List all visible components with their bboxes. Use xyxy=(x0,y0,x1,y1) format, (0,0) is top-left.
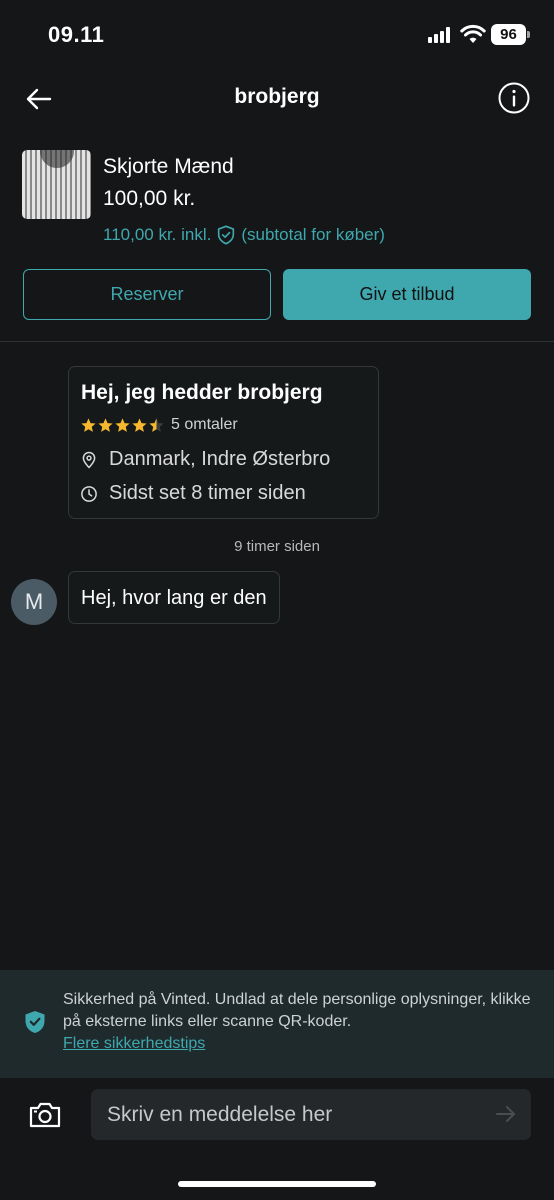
location-row: Danmark, Indre Østerbro xyxy=(80,448,330,471)
item-price: 100,00 kr. xyxy=(103,187,196,210)
reserve-button[interactable]: Reserver xyxy=(23,269,271,320)
incl-note: (subtotal for køber) xyxy=(241,225,385,244)
safety-banner: Sikkerhed på Vinted. Undlad at dele pers… xyxy=(0,970,554,1078)
wifi-icon xyxy=(460,24,486,43)
star-icon xyxy=(132,417,147,432)
safety-text-block: Sikkerhed på Vinted. Undlad at dele pers… xyxy=(63,989,543,1055)
star-icon xyxy=(81,417,96,432)
page-title: brobjerg xyxy=(234,85,320,108)
divider xyxy=(0,341,554,342)
seller-intro-card[interactable]: Hej, jeg hedder brobjerg 5 omtaler Danma… xyxy=(68,366,379,519)
make-offer-button[interactable]: Giv et tilbud xyxy=(283,269,531,320)
review-count: 5 omtaler xyxy=(171,416,238,433)
buyer-subtotal: 110,00 kr. inkl. (subtotal for køber) xyxy=(103,224,385,246)
shield-check-icon xyxy=(25,1011,45,1033)
battery-indicator: 96 xyxy=(491,24,526,45)
safety-tips-link[interactable]: Flere sikkerhedstips xyxy=(63,1033,543,1055)
chat-header: brobjerg xyxy=(0,70,554,126)
cellular-signal-icon xyxy=(428,27,454,43)
star-icon xyxy=(98,417,113,432)
info-icon[interactable] xyxy=(497,81,531,115)
last-seen-row: Sidst set 8 timer siden xyxy=(80,482,306,505)
message-input[interactable] xyxy=(91,1089,531,1140)
safety-message: Sikkerhed på Vinted. Undlad at dele pers… xyxy=(63,991,531,1030)
rating: 5 omtaler xyxy=(80,416,238,434)
star-icon xyxy=(115,417,130,432)
item-thumbnail[interactable] xyxy=(22,150,91,219)
send-arrow-icon[interactable] xyxy=(494,1102,518,1126)
location-text: Danmark, Indre Østerbro xyxy=(109,448,331,470)
status-bar: 09.11 96 xyxy=(0,0,554,70)
camera-icon[interactable] xyxy=(28,1101,62,1129)
clock-icon xyxy=(81,485,97,502)
last-seen-text: Sidst set 8 timer siden xyxy=(109,482,306,504)
half-star-icon xyxy=(149,417,164,432)
shield-check-icon xyxy=(218,225,235,245)
item-summary[interactable]: Skjorte Mænd 100,00 kr. 110,00 kr. inkl.… xyxy=(22,150,542,250)
message-timestamp: 9 timer siden xyxy=(234,538,320,555)
incl-price: 110,00 kr. inkl. xyxy=(103,225,212,244)
avatar[interactable]: M xyxy=(11,579,57,625)
status-time: 09.11 xyxy=(48,22,105,47)
battery-tip xyxy=(527,31,530,38)
location-pin-icon xyxy=(82,451,96,469)
message-bubble[interactable]: Hej, hvor lang er den xyxy=(68,571,280,624)
item-title: Skjorte Mænd xyxy=(103,155,234,178)
home-indicator[interactable] xyxy=(178,1181,376,1187)
intro-title: Hej, jeg hedder brobjerg xyxy=(81,381,323,404)
